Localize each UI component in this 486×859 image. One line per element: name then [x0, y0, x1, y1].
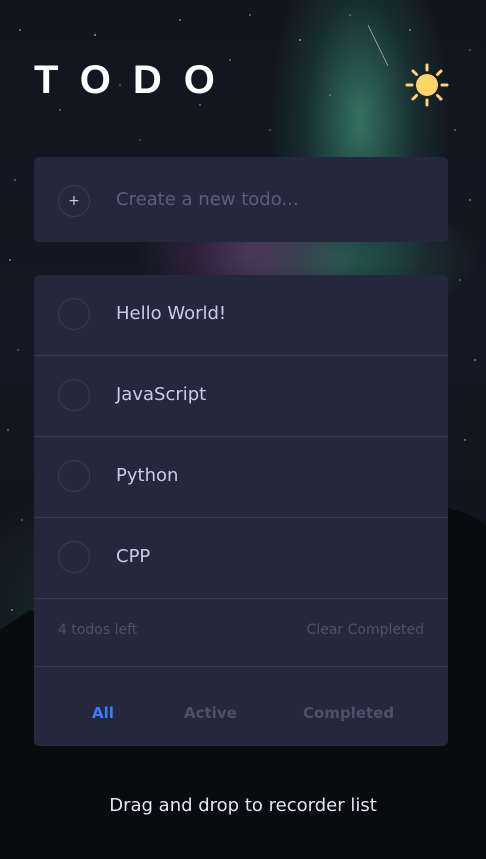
filter-active-button[interactable]: Active [184, 704, 237, 722]
todo-checkbox[interactable] [58, 460, 90, 492]
todo-text: CPP [116, 546, 151, 567]
sun-icon[interactable] [405, 63, 449, 107]
new-todo-card: + [34, 157, 448, 242]
todo-text: Hello World! [116, 303, 227, 324]
plus-icon: + [68, 193, 80, 209]
clear-completed-button[interactable]: Clear Completed [307, 622, 424, 638]
filter-completed-button[interactable]: Completed [303, 704, 394, 722]
footer-divider [34, 666, 448, 667]
todo-checkbox[interactable] [58, 298, 90, 330]
todo-text: JavaScript [116, 384, 207, 405]
todo-list-card: Hello World! JavaScript Python CPP 4 tod… [34, 275, 448, 746]
todo-item[interactable]: JavaScript [34, 356, 448, 437]
todo-item[interactable]: Hello World! [34, 275, 448, 356]
todo-checkbox[interactable] [58, 379, 90, 411]
todo-item[interactable]: Python [34, 437, 448, 518]
add-todo-button[interactable]: + [58, 185, 90, 217]
todo-checkbox[interactable] [58, 541, 90, 573]
drag-drop-hint: Drag and drop to recorder list [109, 795, 377, 816]
items-left-count: 4 todos left [58, 622, 138, 638]
todo-item[interactable]: CPP [34, 518, 448, 599]
todo-text: Python [116, 465, 179, 486]
filter-all-button[interactable]: All [92, 704, 114, 722]
new-todo-input[interactable] [116, 179, 426, 219]
app-title: TODO [34, 58, 237, 102]
